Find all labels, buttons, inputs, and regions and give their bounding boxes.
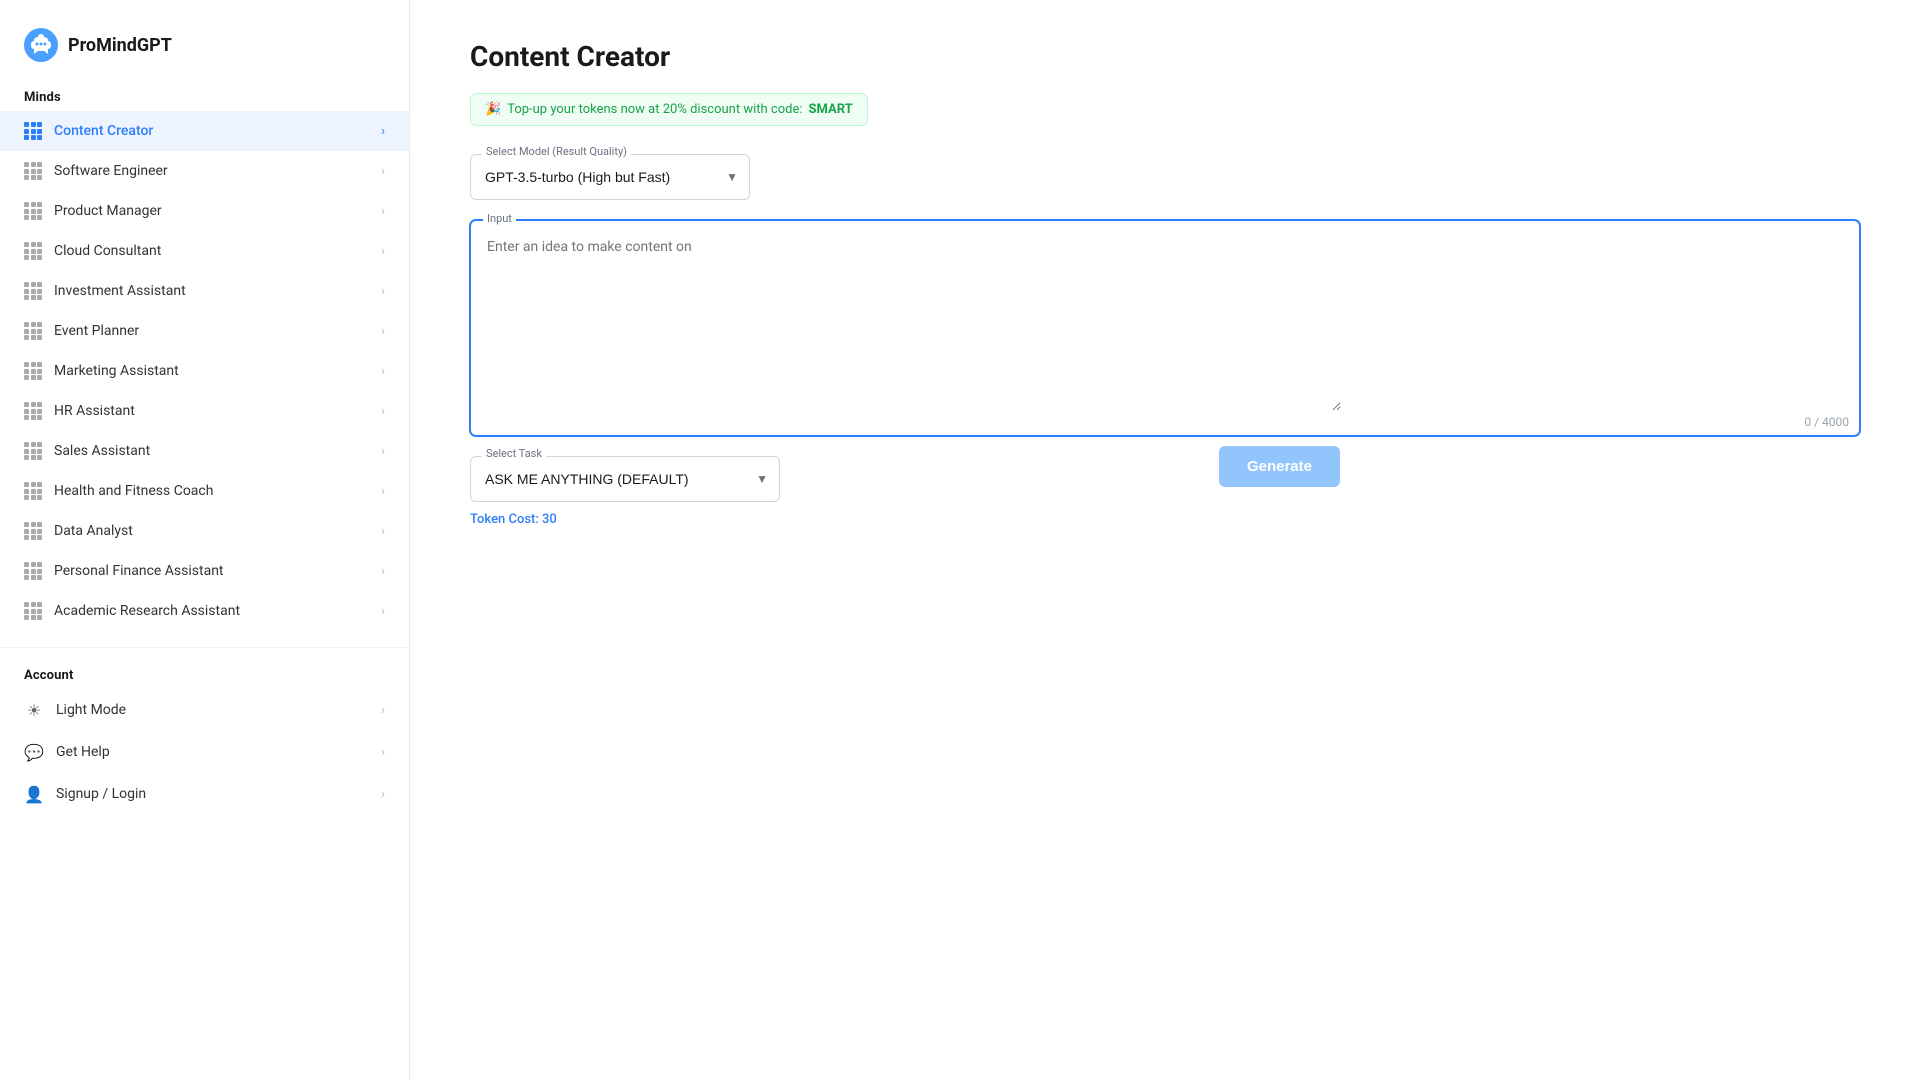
input-label: Input [483, 212, 516, 225]
nav-item-label: Content Creator [54, 123, 381, 139]
account-item-light-mode[interactable]: ☀ Light Mode› [0, 689, 409, 731]
nav-chevron-icon: › [381, 244, 385, 259]
sidebar-item-health-fitness-coach[interactable]: Health and Fitness Coach› [0, 471, 409, 511]
sidebar-item-cloud-consultant[interactable]: Cloud Consultant› [0, 231, 409, 271]
bottom-row: Select Task ASK ME ANYTHING (DEFAULT) Bl… [470, 456, 1340, 527]
nav-chevron-icon: › [381, 284, 385, 299]
account-section: Account ☀Light Mode›💬Get Help›👤Signup / … [0, 647, 409, 815]
nav-item-label: HR Assistant [54, 403, 381, 419]
grid-icon [24, 482, 42, 500]
nav-item-label: Academic Research Assistant [54, 603, 381, 619]
task-select[interactable]: ASK ME ANYTHING (DEFAULT) Blog Post Soci… [470, 456, 780, 502]
minds-nav: Content Creator›Software Engineer›Produc… [0, 111, 409, 631]
model-select[interactable]: GPT-3.5-turbo (High but Fast) GPT-4 (Hig… [470, 154, 750, 200]
nav-chevron-icon: › [381, 404, 385, 419]
minds-section-label: Minds [0, 82, 409, 111]
nav-item-label: Data Analyst [54, 523, 381, 539]
account-item-label: Light Mode [56, 702, 381, 718]
grid-icon [24, 322, 42, 340]
grid-icon [24, 562, 42, 580]
grid-icon [24, 442, 42, 460]
nav-chevron-icon: › [381, 124, 385, 139]
generate-button[interactable]: Generate [1219, 446, 1340, 487]
grid-icon [24, 122, 42, 140]
input-group: Input 0 / 4000 [470, 220, 1860, 436]
grid-icon [24, 282, 42, 300]
main-content: Content Creator 🎉 Top-up your tokens now… [410, 0, 1920, 1080]
model-select-wrapper: Select Model (Result Quality) GPT-3.5-tu… [470, 154, 750, 200]
sidebar-item-software-engineer[interactable]: Software Engineer› [0, 151, 409, 191]
model-select-group: Select Model (Result Quality) GPT-3.5-tu… [470, 154, 1860, 200]
account-item-signup-login[interactable]: 👤 Signup / Login› [0, 773, 409, 815]
sidebar-item-personal-finance[interactable]: Personal Finance Assistant› [0, 551, 409, 591]
select-task-group: Select Task ASK ME ANYTHING (DEFAULT) Bl… [470, 456, 780, 527]
signup-login-icon: 👤 [24, 784, 44, 804]
content-input[interactable] [471, 221, 1341, 411]
grid-icon [24, 522, 42, 540]
get-help-icon: 💬 [24, 742, 44, 762]
grid-icon [24, 162, 42, 180]
model-select-label: Select Model (Result Quality) [482, 145, 631, 158]
sidebar-item-marketing-assistant[interactable]: Marketing Assistant› [0, 351, 409, 391]
nav-item-label: Sales Assistant [54, 443, 381, 459]
sidebar-item-event-planner[interactable]: Event Planner› [0, 311, 409, 351]
account-chevron-icon: › [381, 703, 385, 718]
nav-item-label: Investment Assistant [54, 283, 381, 299]
nav-item-label: Health and Fitness Coach [54, 483, 381, 499]
account-item-label: Signup / Login [56, 786, 381, 802]
nav-item-label: Software Engineer [54, 163, 381, 179]
token-cost: Token Cost: 30 [470, 512, 780, 527]
nav-chevron-icon: › [381, 564, 385, 579]
account-chevron-icon: › [381, 745, 385, 760]
nav-chevron-icon: › [381, 364, 385, 379]
nav-chevron-icon: › [381, 164, 385, 179]
nav-item-label: Marketing Assistant [54, 363, 381, 379]
sidebar: ProMindGPT Minds Content Creator›Softwar… [0, 0, 410, 1080]
promo-code: SMART [809, 102, 853, 117]
grid-icon [24, 242, 42, 260]
nav-item-label: Event Planner [54, 323, 381, 339]
sidebar-item-sales-assistant[interactable]: Sales Assistant› [0, 431, 409, 471]
nav-chevron-icon: › [381, 524, 385, 539]
nav-item-label: Cloud Consultant [54, 243, 381, 259]
page-title: Content Creator [470, 40, 1860, 73]
grid-icon [24, 202, 42, 220]
grid-icon [24, 602, 42, 620]
promo-text: Top-up your tokens now at 20% discount w… [507, 102, 802, 117]
light-mode-icon: ☀ [24, 700, 44, 720]
nav-item-label: Product Manager [54, 203, 381, 219]
sidebar-item-data-analyst[interactable]: Data Analyst› [0, 511, 409, 551]
logo-area: ProMindGPT [0, 20, 409, 82]
sidebar-item-investment-assistant[interactable]: Investment Assistant› [0, 271, 409, 311]
nav-chevron-icon: › [381, 484, 385, 499]
task-select-label: Select Task [482, 447, 546, 460]
nav-chevron-icon: › [381, 324, 385, 339]
task-select-wrapper: Select Task ASK ME ANYTHING (DEFAULT) Bl… [470, 456, 780, 502]
nav-item-label: Personal Finance Assistant [54, 563, 381, 579]
account-item-get-help[interactable]: 💬 Get Help› [0, 731, 409, 773]
nav-chevron-icon: › [381, 444, 385, 459]
char-count: 0 / 4000 [471, 411, 1859, 435]
sidebar-item-product-manager[interactable]: Product Manager› [0, 191, 409, 231]
promo-banner: 🎉 Top-up your tokens now at 20% discount… [470, 93, 868, 126]
logo-text: ProMindGPT [68, 35, 172, 56]
input-field-wrapper: Input 0 / 4000 [470, 220, 1860, 436]
sidebar-item-hr-assistant[interactable]: HR Assistant› [0, 391, 409, 431]
sidebar-item-content-creator[interactable]: Content Creator› [0, 111, 409, 151]
nav-chevron-icon: › [381, 604, 385, 619]
logo-icon [24, 28, 58, 62]
sidebar-item-academic-research[interactable]: Academic Research Assistant› [0, 591, 409, 631]
account-chevron-icon: › [381, 787, 385, 802]
nav-chevron-icon: › [381, 204, 385, 219]
promo-emoji: 🎉 [485, 102, 501, 117]
grid-icon [24, 402, 42, 420]
grid-icon [24, 362, 42, 380]
account-item-label: Get Help [56, 744, 381, 760]
account-section-label: Account [0, 660, 409, 689]
